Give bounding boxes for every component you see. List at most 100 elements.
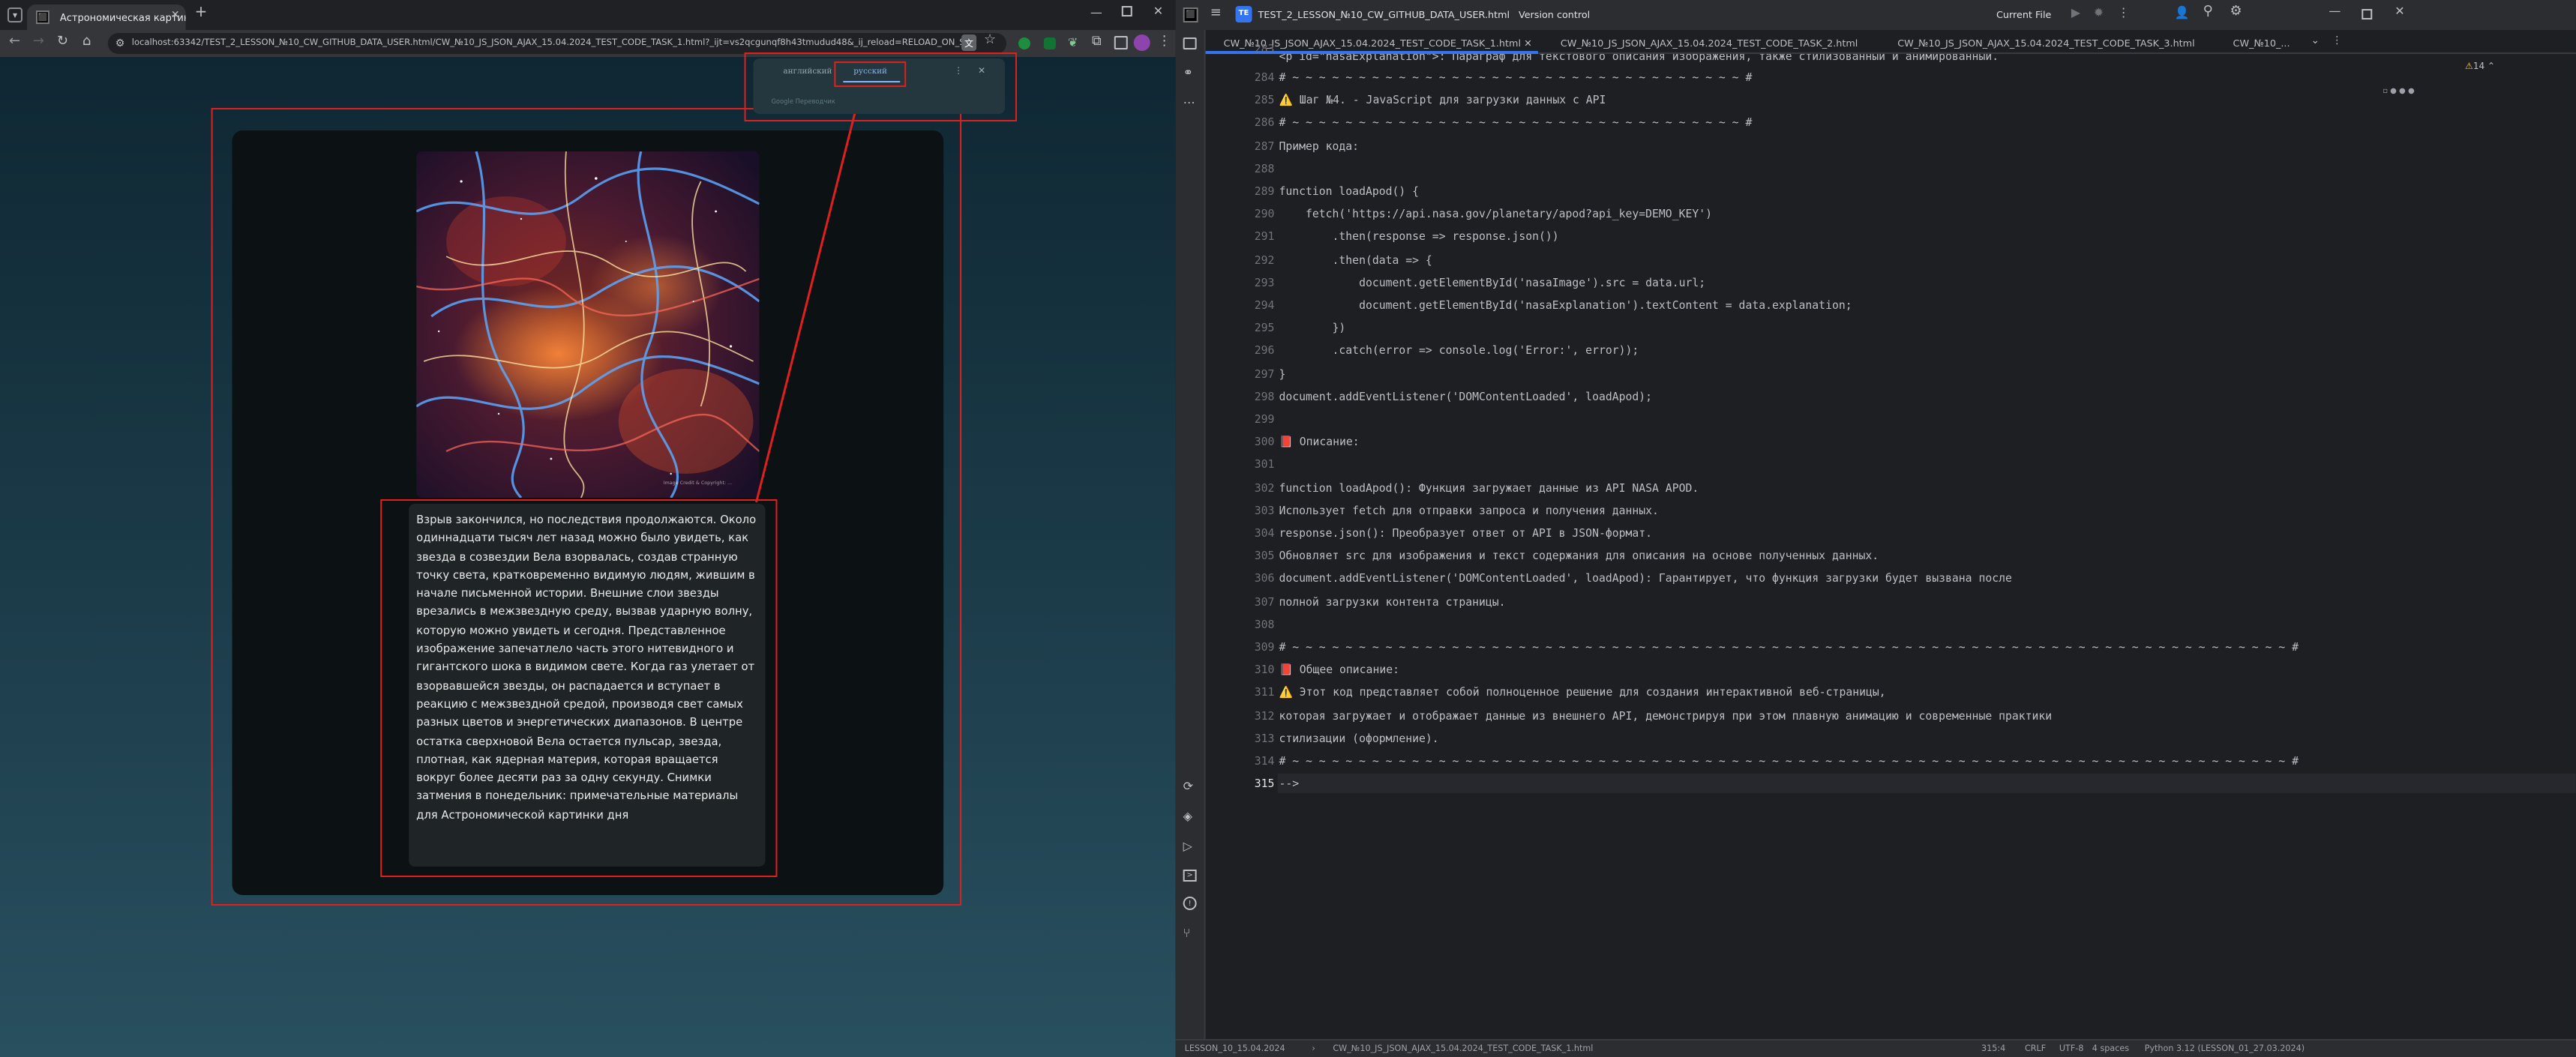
close-window-icon[interactable]: ✕ bbox=[1153, 4, 1163, 18]
ide-minimize-icon[interactable]: — bbox=[2329, 4, 2341, 18]
line-number: 312 bbox=[1254, 708, 1275, 723]
code-line: document.addEventListener('DOMContentLoa… bbox=[1279, 389, 1653, 403]
ide-maximize-icon[interactable] bbox=[2362, 9, 2373, 19]
site-info-icon[interactable]: ⚙ bbox=[115, 37, 125, 49]
code-line-partial: <p id="nasaExplanation">: Параграф для т… bbox=[1279, 54, 1999, 63]
extension-shield-icon[interactable] bbox=[1043, 37, 1056, 49]
extension-green-icon[interactable] bbox=[1018, 37, 1030, 49]
profile-avatar[interactable] bbox=[1133, 34, 1150, 51]
git-icon[interactable]: ⑂ bbox=[1183, 927, 1191, 940]
home-icon[interactable]: ⌂ bbox=[82, 34, 91, 49]
ide-logo-icon: ⬛ bbox=[1183, 7, 1198, 22]
forward-icon[interactable]: → bbox=[33, 34, 44, 49]
browser-tab-active[interactable]: ⬛ Астрономическая картинка д ✕ bbox=[26, 4, 186, 30]
address-bar[interactable]: ⚙ localhost:63342/TEST_2_LESSON_№10_CW_G… bbox=[107, 33, 1006, 54]
browser-preview-icons[interactable]: ▫ ● ● ● bbox=[2383, 87, 2414, 96]
minimize-icon[interactable]: — bbox=[1090, 6, 1102, 19]
line-number: 295 bbox=[1254, 321, 1275, 335]
line-number: 311 bbox=[1254, 685, 1275, 699]
extension-leaf-icon[interactable]: ❦ bbox=[1068, 36, 1078, 49]
line-number: 286 bbox=[1254, 115, 1275, 130]
project-badge: TE bbox=[1235, 6, 1252, 22]
line-number: 310 bbox=[1254, 663, 1275, 677]
url-text: localhost:63342/TEST_2_LESSON_№10_CW_GIT… bbox=[131, 38, 973, 47]
tabs-dropdown-icon[interactable]: ⌄ bbox=[2311, 34, 2320, 46]
code-editor[interactable]: <p id="nasaExplanation">: Параграф для т… bbox=[1277, 54, 2576, 1039]
status-bar: LESSON_10_15.04.2024 › CW_№10_JS_JSON_AJ… bbox=[1175, 1039, 2576, 1057]
search-everywhere-icon[interactable]: ⚲ bbox=[2203, 4, 2213, 19]
code-line: стилизации (оформление). bbox=[1279, 731, 1439, 745]
settings-gear-icon[interactable]: ⚙ bbox=[2230, 4, 2242, 19]
inspection-count: 14 bbox=[2473, 61, 2485, 72]
browser-tab-title: Астрономическая картинка д bbox=[59, 12, 186, 24]
extensions-puzzle-icon[interactable]: ⧉ bbox=[1092, 34, 1102, 49]
project-tool-icon[interactable] bbox=[1183, 37, 1197, 49]
reload-icon[interactable]: ↻ bbox=[57, 34, 68, 49]
python-interpreter[interactable]: Python 3.12 (LESSON_01_27.03.2024) bbox=[2145, 1044, 2305, 1053]
code-line: fetch('https://api.nasa.gov/planetary/ap… bbox=[1279, 207, 1713, 221]
ide-title-bar: ⬛ ≡ TE TEST_2_LESSON_№10_CW_GITHUB_DATA_… bbox=[1175, 0, 2576, 30]
new-tab-button[interactable]: + bbox=[195, 4, 208, 21]
breadcrumb-file[interactable]: CW_№10_JS_JSON_AJAX_15.04.2024_TEST_CODE… bbox=[1333, 1044, 1593, 1053]
code-line: --> bbox=[1279, 777, 1300, 791]
layers-icon[interactable]: ◈ bbox=[1183, 810, 1192, 823]
line-number: 300 bbox=[1254, 435, 1275, 449]
ide-close-icon[interactable]: ✕ bbox=[2395, 4, 2404, 18]
terminal-icon[interactable]: > bbox=[1183, 870, 1197, 882]
line-number: 298 bbox=[1254, 389, 1275, 403]
account-icon[interactable]: 👤 bbox=[2175, 6, 2190, 19]
code-line: 📕 Описание: bbox=[1279, 435, 1360, 449]
line-number: 314 bbox=[1254, 754, 1275, 768]
more-tools-icon[interactable]: … bbox=[1183, 93, 1195, 106]
code-line: ⚠️ Шаг №4. - JavaScript для загрузки дан… bbox=[1279, 93, 1606, 107]
browser-menu-icon[interactable]: ⋮ bbox=[1158, 34, 1171, 49]
code-line: # ~ ~ ~ ~ ~ ~ ~ ~ ~ ~ ~ ~ ~ ~ ~ ~ ~ ~ ~ … bbox=[1279, 640, 2299, 654]
code-line: function loadApod(): Функция загружает д… bbox=[1279, 481, 1699, 495]
translate-icon[interactable]: 文 bbox=[961, 34, 977, 51]
code-line: Обновляет src для изображения и текст со… bbox=[1279, 549, 1879, 563]
editor-tab-2[interactable]: CW_№10_JS_JSON_AJAX_15.04.2024_TEST_CODE… bbox=[1543, 30, 1875, 54]
vcs-widget[interactable]: Version control bbox=[1519, 9, 1590, 21]
code-line: полной загрузки контента страницы. bbox=[1279, 594, 1506, 609]
file-encoding[interactable]: UTF-8 bbox=[2059, 1044, 2084, 1053]
code-line: # ~ ~ ~ ~ ~ ~ ~ ~ ~ ~ ~ ~ ~ ~ ~ ~ ~ ~ ~ … bbox=[1279, 754, 2299, 768]
python-packages-icon[interactable]: ⟳ bbox=[1183, 780, 1193, 793]
close-tab-icon[interactable]: ✕ bbox=[171, 9, 180, 21]
caret-position[interactable]: 315:4 bbox=[1981, 1044, 2005, 1053]
run-config-selector[interactable]: Current File bbox=[1996, 9, 2051, 21]
sidepanel-icon[interactable] bbox=[1114, 36, 1128, 49]
bookmark-star-icon[interactable]: ☆ bbox=[984, 33, 996, 48]
more-actions-icon[interactable]: ⋮ bbox=[2118, 6, 2130, 19]
annotation-box-text bbox=[380, 499, 778, 877]
run-icon[interactable]: ▶ bbox=[2071, 6, 2080, 19]
line-number: 289 bbox=[1254, 184, 1275, 198]
line-number: 308 bbox=[1254, 617, 1275, 631]
main-menu-icon[interactable]: ≡ bbox=[1210, 6, 1222, 21]
code-line: .then(data => { bbox=[1279, 253, 1432, 267]
back-icon[interactable]: ← bbox=[9, 34, 20, 49]
code-line: Пример кода: bbox=[1279, 139, 1360, 153]
maximize-icon[interactable] bbox=[1121, 6, 1132, 16]
code-line: document.getElementById('nasaExplanation… bbox=[1279, 298, 1852, 312]
debug-icon[interactable]: ✹ bbox=[2094, 6, 2104, 19]
structure-tool-icon[interactable]: ⚭ bbox=[1183, 66, 1193, 79]
tab-search-icon[interactable]: ▾ bbox=[7, 7, 22, 22]
breadcrumb-root[interactable]: LESSON_10_15.04.2024 bbox=[1185, 1044, 1285, 1053]
inspection-widget[interactable]: ⚠14 ⌃ bbox=[2465, 61, 2495, 72]
editor-tab-4[interactable]: CW_№10_... bbox=[2215, 30, 2305, 54]
indent-setting[interactable]: 4 spaces bbox=[2092, 1044, 2129, 1053]
line-number: 292 bbox=[1254, 253, 1275, 267]
services-run-icon[interactable]: ▷ bbox=[1183, 840, 1192, 853]
line-separator[interactable]: CRLF bbox=[2025, 1044, 2046, 1053]
problems-icon[interactable]: ! bbox=[1183, 897, 1197, 910]
nasa-image: Image Credit & Copyright: ... bbox=[416, 151, 760, 498]
code-line: document.addEventListener('DOMContentLoa… bbox=[1279, 571, 2012, 585]
code-line: которая загружает и отображает данные из… bbox=[1279, 708, 2053, 723]
line-number: 284 bbox=[1254, 70, 1275, 84]
editor-tab-3[interactable]: CW_№10_JS_JSON_AJAX_15.04.2024_TEST_CODE… bbox=[1879, 30, 2212, 54]
tabs-more-icon[interactable]: ⋮ bbox=[2332, 34, 2342, 46]
project-selector[interactable]: TEST_2_LESSON_№10_CW_GITHUB_DATA_USER.ht… bbox=[1258, 9, 1510, 21]
line-number: 297 bbox=[1254, 367, 1275, 381]
line-gutter: 283 284 285 286 287 288 289 290 291 292 293 294 295 2… bbox=[1205, 42, 1278, 1039]
line-number: 309 bbox=[1254, 640, 1275, 654]
